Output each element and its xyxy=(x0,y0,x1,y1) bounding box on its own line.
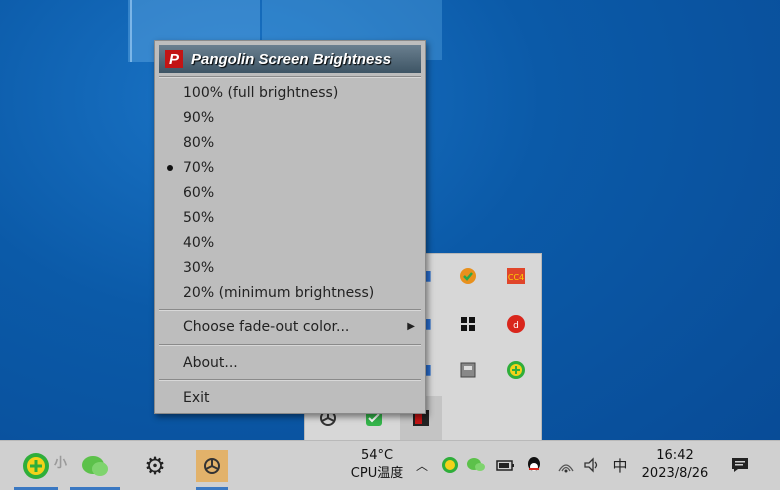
green-plus-icon[interactable] xyxy=(505,359,527,381)
menu-separator xyxy=(159,379,421,381)
menu-item-brightness-70[interactable]: 70% xyxy=(155,156,425,180)
battery-icon[interactable] xyxy=(496,455,516,475)
notification-center-icon[interactable] xyxy=(730,455,750,475)
menu-separator xyxy=(159,309,421,311)
qq-icon[interactable] xyxy=(524,455,544,475)
clock-date[interactable]: 2023/8/26 xyxy=(636,465,714,482)
taskbar-app-folder[interactable] xyxy=(196,450,228,482)
menu-item-label: 60% xyxy=(183,185,215,201)
taskbar: 小 ⚙ 54°C CPU温度 ︿ 中 16:42 2023/8/26 xyxy=(0,440,780,490)
menu-title: Pangolin Screen Brightness xyxy=(191,50,392,68)
wifi-icon[interactable] xyxy=(556,455,576,475)
show-hidden-icons-chevron-icon[interactable]: ︿ xyxy=(412,455,432,475)
menu-item-about[interactable]: About... xyxy=(155,351,425,375)
menu-header: P Pangolin Screen Brightness xyxy=(159,45,421,73)
menu-item-brightness-90[interactable]: 90% xyxy=(155,106,425,130)
svg-text:d: d xyxy=(513,321,519,331)
volume-icon[interactable] xyxy=(582,455,602,475)
clock-time[interactable]: 16:42 xyxy=(640,447,710,464)
ime-indicator[interactable]: 中 xyxy=(610,455,630,475)
desktop-light-edge xyxy=(130,0,132,62)
menu-item-label: 20% (minimum brightness) xyxy=(183,285,375,301)
widget-text: 小 xyxy=(54,456,68,471)
taskbar-app-360[interactable] xyxy=(14,447,58,485)
menu-item-brightness-20[interactable]: 20% (minimum brightness) xyxy=(155,281,425,305)
menu-item-brightness-60[interactable]: 60% xyxy=(155,181,425,205)
brightness-context-menu: P Pangolin Screen Brightness 100% (full … xyxy=(154,40,426,414)
taskbar-app-wechat[interactable] xyxy=(70,447,120,485)
cc4-app-icon[interactable]: CC4 xyxy=(505,265,527,287)
svg-text:CC4: CC4 xyxy=(508,273,524,282)
menu-item-label: 50% xyxy=(183,210,215,226)
menu-item-brightness-80[interactable]: 80% xyxy=(155,131,425,155)
wechat-tray-icon[interactable] xyxy=(466,455,486,475)
menu-item-brightness-40[interactable]: 40% xyxy=(155,231,425,255)
gear-icon[interactable]: ⚙ xyxy=(138,447,172,485)
360-tray-icon[interactable] xyxy=(440,455,460,475)
menu-item-label: Choose fade-out color... xyxy=(183,319,350,335)
red-app-icon[interactable]: d xyxy=(505,313,527,335)
black-logo-icon[interactable] xyxy=(457,313,479,335)
menu-item-brightness-100[interactable]: 100% (full brightness) xyxy=(155,81,425,105)
menu-item-exit[interactable]: Exit xyxy=(155,386,425,410)
menu-item-fade-color[interactable]: Choose fade-out color... ▶ xyxy=(155,315,425,339)
pangolin-logo-icon: P xyxy=(165,50,183,68)
menu-item-label: 40% xyxy=(183,235,215,251)
menu-item-brightness-50[interactable]: 50% xyxy=(155,206,425,230)
menu-separator xyxy=(159,344,421,346)
menu-item-label: 80% xyxy=(183,135,215,151)
menu-item-label: Exit xyxy=(183,390,210,406)
orange-check-icon[interactable] xyxy=(457,265,479,287)
selected-bullet-icon xyxy=(167,165,173,171)
menu-item-label: 70% xyxy=(183,160,215,176)
menu-item-label: 100% (full brightness) xyxy=(183,85,339,101)
menu-item-label: 90% xyxy=(183,110,215,126)
menu-item-brightness-30[interactable]: 30% xyxy=(155,256,425,280)
cpu-label: CPU温度 xyxy=(350,466,404,481)
disk-icon[interactable] xyxy=(457,359,479,381)
menu-separator xyxy=(159,76,421,78)
cpu-temperature: 54°C xyxy=(360,448,394,463)
submenu-arrow-icon: ▶ xyxy=(407,321,415,332)
menu-item-label: About... xyxy=(183,355,238,371)
menu-item-label: 30% xyxy=(183,260,215,276)
